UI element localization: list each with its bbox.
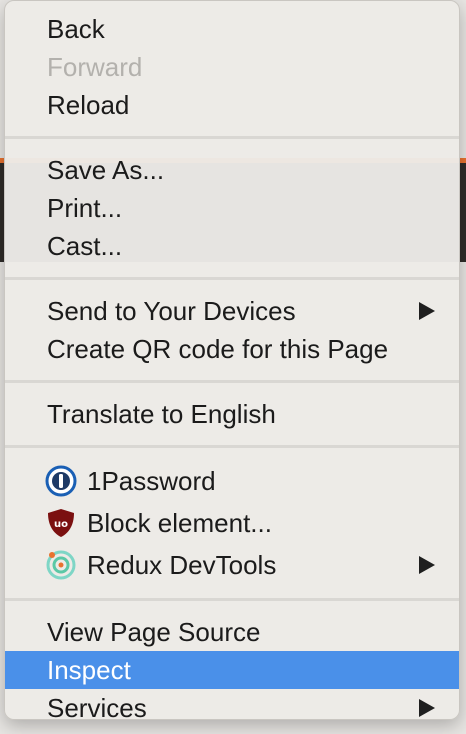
menu-item-reload[interactable]: Reload (5, 86, 459, 124)
menu-item-inspect[interactable]: Inspect (5, 651, 459, 689)
menu-item-send-to-devices[interactable]: Send to Your Devices (5, 292, 459, 330)
menu-item-label: Redux DevTools (87, 550, 277, 580)
menu-item-services[interactable]: Services (5, 689, 459, 720)
svg-text:uo: uo (54, 519, 68, 530)
menu-item-block-element[interactable]: uo Block element... (5, 502, 459, 544)
menu-separator (5, 136, 459, 139)
menu-group-developer: View Page Source Inspect Services (5, 613, 459, 720)
menu-separator (5, 598, 459, 601)
menu-item-label: Block element... (87, 508, 272, 538)
menu-item-label: Send to Your Devices (47, 296, 296, 326)
submenu-arrow-icon (419, 302, 435, 320)
menu-item-redux-devtools[interactable]: Redux DevTools (5, 544, 459, 586)
menu-item-print[interactable]: Print... (5, 189, 459, 227)
menu-group-translate: Translate to English (5, 395, 459, 433)
menu-item-create-qr-code[interactable]: Create QR code for this Page (5, 330, 459, 368)
submenu-arrow-icon (419, 556, 435, 574)
menu-item-back[interactable]: Back (5, 10, 459, 48)
menu-item-cast[interactable]: Cast... (5, 227, 459, 265)
menu-item-1password[interactable]: 1Password (5, 460, 459, 502)
menu-separator (5, 380, 459, 383)
menu-item-forward: Forward (47, 52, 143, 82)
submenu-arrow-icon (419, 699, 435, 717)
menu-separator (5, 445, 459, 448)
menu-separator (5, 277, 459, 280)
menu-item-view-page-source[interactable]: View Page Source (5, 613, 459, 651)
menu-group-share: Send to Your Devices Create QR code for … (5, 292, 459, 368)
onepassword-icon (45, 465, 77, 497)
context-menu: Back Forward Reload Save As... Print... … (4, 0, 460, 720)
menu-item-translate[interactable]: Translate to English (5, 395, 459, 433)
redux-devtools-icon (46, 550, 76, 580)
menu-item-label: 1Password (87, 466, 216, 496)
menu-group-page-actions: Save As... Print... Cast... (5, 151, 459, 265)
ublock-shield-icon: uo (48, 509, 74, 537)
menu-item-label: Services (47, 693, 147, 720)
menu-group-extensions: 1Password uo Block element... Redux DevT… (5, 460, 459, 586)
menu-item-save-as[interactable]: Save As... (5, 151, 459, 189)
menu-group-navigation: Back Forward Reload (5, 10, 459, 124)
